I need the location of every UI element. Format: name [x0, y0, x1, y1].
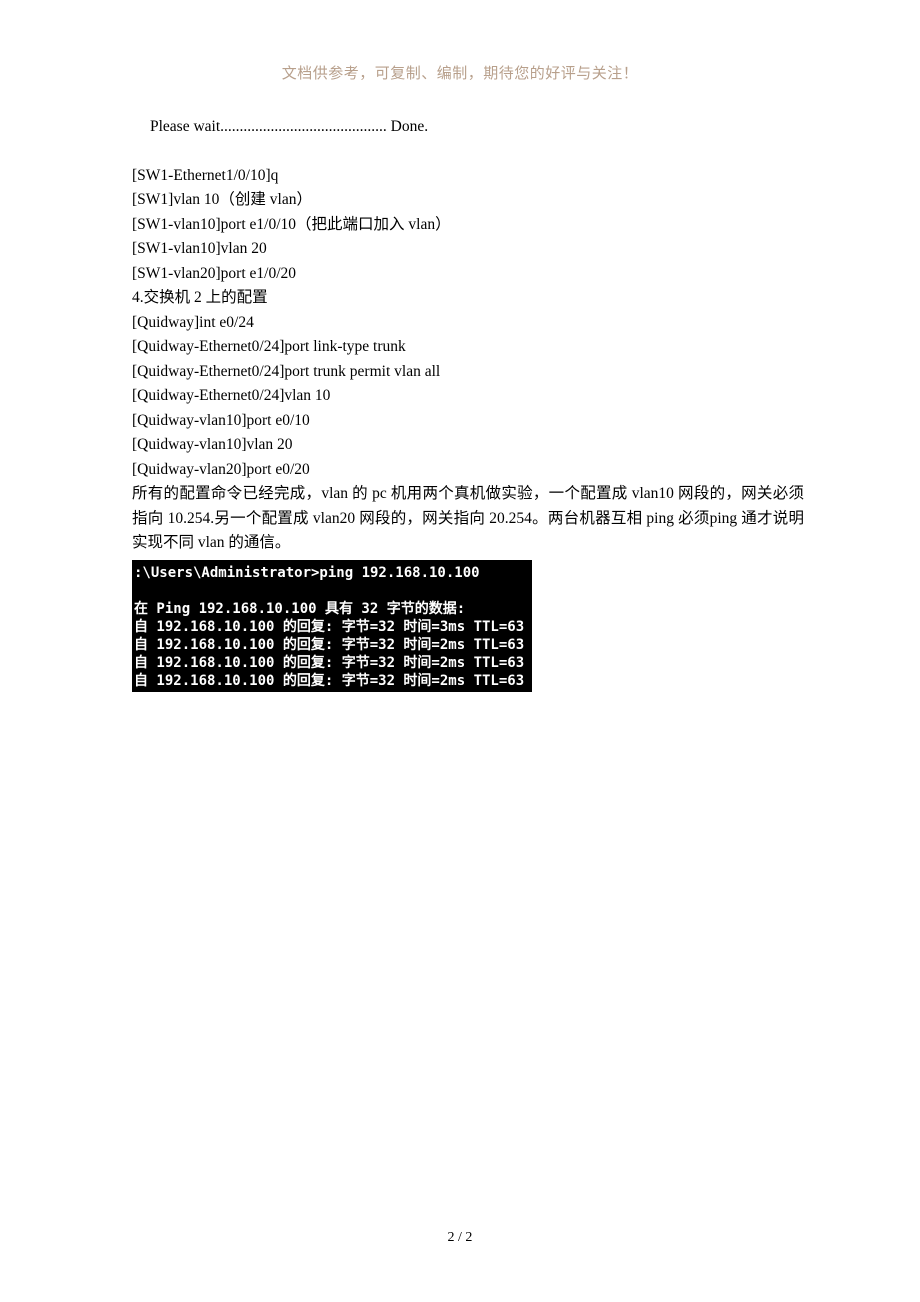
text-line: [SW1-vlan10]port e1/0/10（把此端口加入 vlan）	[132, 213, 804, 238]
text-line: [Quidway-Ethernet0/24]port trunk permit …	[132, 360, 804, 385]
terminal-line: 自 192.168.10.100 的回复: 字节=32 时间=2ms TTL=6…	[132, 654, 532, 672]
text-line: 4.交换机 2 上的配置	[132, 286, 804, 311]
terminal-line: 自 192.168.10.100 的回复: 字节=32 时间=2ms TTL=6…	[132, 672, 532, 690]
text-line: Please wait.............................…	[132, 115, 804, 140]
text-line: [Quidway]int e0/24	[132, 311, 804, 336]
text-line: [SW1-vlan20]port e1/0/20	[132, 262, 804, 287]
terminal-blank	[132, 582, 532, 600]
terminal-line: :\Users\Administrator>ping 192.168.10.10…	[132, 564, 532, 582]
terminal-screenshot: :\Users\Administrator>ping 192.168.10.10…	[132, 560, 532, 692]
page-number: 2 / 2	[0, 1230, 920, 1246]
text-line: [Quidway-Ethernet0/24]port link-type tru…	[132, 335, 804, 360]
text-line: [SW1-vlan10]vlan 20	[132, 237, 804, 262]
terminal-line: 自 192.168.10.100 的回复: 字节=32 时间=3ms TTL=6…	[132, 618, 532, 636]
document-body: Please wait.............................…	[132, 115, 804, 692]
terminal-line: 在 Ping 192.168.10.100 具有 32 字节的数据:	[132, 600, 532, 618]
text-line: [SW1]vlan 10（创建 vlan）	[132, 188, 804, 213]
text-line: [Quidway-vlan10]port e0/10	[132, 409, 804, 434]
text-line: [SW1-Ethernet1/0/10]q	[132, 164, 804, 189]
header-note: 文档供参考，可复制、编制，期待您的好评与关注！	[0, 62, 920, 83]
text-line: [Quidway-vlan10]vlan 20	[132, 433, 804, 458]
text-line: [Quidway-vlan20]port e0/20	[132, 458, 804, 483]
terminal-line: 自 192.168.10.100 的回复: 字节=32 时间=2ms TTL=6…	[132, 636, 532, 654]
paragraph: 所有的配置命令已经完成，vlan 的 pc 机用两个真机做实验，一个配置成 vl…	[132, 482, 804, 556]
blank-line	[132, 140, 804, 164]
text-line: [Quidway-Ethernet0/24]vlan 10	[132, 384, 804, 409]
